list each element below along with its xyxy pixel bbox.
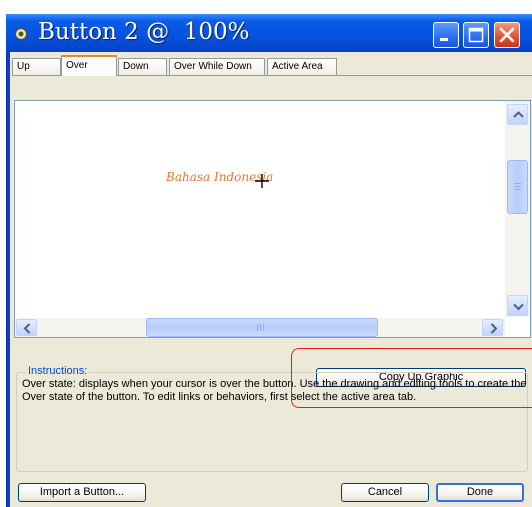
- scroll-right-button[interactable]: [482, 319, 503, 336]
- scroll-left-button[interactable]: [16, 319, 37, 336]
- drawing-canvas[interactable]: [15, 101, 499, 317]
- thumb-grip-line: [514, 189, 521, 190]
- tab-active-area[interactable]: Active Area: [267, 58, 337, 75]
- instructions-text: Over state: displays when your cursor is…: [22, 378, 527, 403]
- cancel-button[interactable]: Cancel: [341, 483, 429, 502]
- minimize-icon: [440, 38, 448, 41]
- window-title: Button 2 @ 100%: [38, 19, 250, 45]
- thumb-grip-line: [514, 183, 521, 184]
- tab-over-while-down[interactable]: Over While Down: [169, 58, 265, 75]
- done-button[interactable]: Done: [436, 483, 524, 502]
- maximize-button[interactable]: [463, 22, 489, 48]
- minimize-button[interactable]: [433, 22, 459, 48]
- tab-panel: [12, 76, 532, 102]
- arrow-up-icon: [513, 111, 524, 118]
- app-icon: [14, 27, 28, 41]
- scroll-down-button[interactable]: [507, 295, 528, 316]
- thumb-grip-line: [263, 324, 264, 331]
- arrow-left-icon: [23, 323, 31, 334]
- tab-up[interactable]: Up: [12, 58, 61, 75]
- close-icon: [499, 27, 515, 43]
- scroll-up-button[interactable]: [507, 104, 528, 125]
- thumb-grip-line: [514, 186, 521, 187]
- tab-bar: Up Over Down Over While Down Active Area: [12, 55, 532, 78]
- vertical-scroll-thumb[interactable]: [507, 160, 528, 214]
- maximize-icon: [468, 27, 484, 43]
- instructions-label: Instructions:: [26, 365, 90, 377]
- tab-down[interactable]: Down: [118, 58, 167, 75]
- thumb-grip-line: [257, 324, 258, 331]
- horizontal-scroll-thumb[interactable]: [146, 318, 378, 337]
- close-button[interactable]: [494, 22, 520, 48]
- import-button[interactable]: Import a Button...: [18, 483, 146, 502]
- thumb-grip-line: [260, 324, 261, 331]
- tab-over[interactable]: Over: [61, 55, 117, 76]
- arrow-down-icon: [513, 303, 524, 311]
- arrow-right-icon: [490, 323, 498, 334]
- crosshair-cursor-icon: [255, 174, 269, 188]
